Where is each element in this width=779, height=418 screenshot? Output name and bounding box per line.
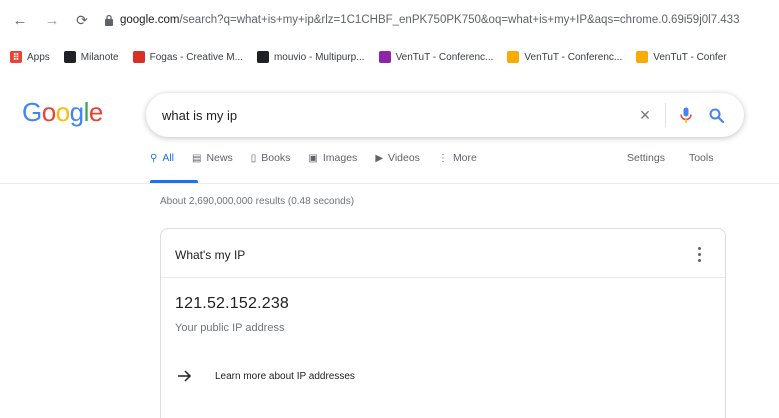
videos-icon: ▶ xyxy=(375,152,384,164)
card-title: What's my IP xyxy=(175,248,246,262)
learn-more-link[interactable]: Learn more about IP addresses xyxy=(177,369,355,383)
bookmark-label: VenTuT - Conferenc... xyxy=(524,51,623,63)
lock-icon xyxy=(105,14,113,26)
bookmark-item[interactable]: Milanote xyxy=(63,51,119,63)
bookmark-favicon-icon xyxy=(378,51,391,63)
address-bar: ← → ⟳ google.com/search?q=what+is+my+ip&… xyxy=(0,0,779,40)
logo-letter: e xyxy=(88,97,103,127)
apps-grid-icon: ⠿ xyxy=(10,51,22,63)
result-stats: About 2,690,000,000 results (0.48 second… xyxy=(160,196,355,207)
more-options-icon[interactable] xyxy=(693,245,705,263)
tab-images[interactable]: ▣ Images xyxy=(308,150,357,164)
tab-all[interactable]: ⚲ All xyxy=(150,150,198,183)
search-tools: Settings Tools xyxy=(627,152,737,164)
logo-letter: g xyxy=(69,97,84,127)
bookmark-item[interactable]: VenTuT - Conferenc... xyxy=(378,51,494,63)
search-input[interactable]: what is my ip xyxy=(162,108,635,123)
tab-label: More xyxy=(452,152,477,164)
bookmark-item[interactable]: VenTuT - Conferenc... xyxy=(507,51,622,63)
search-box[interactable]: what is my ip × xyxy=(146,93,744,137)
bookmark-favicon-icon xyxy=(636,51,649,63)
microphone-icon[interactable] xyxy=(676,105,696,125)
url-host: google.com xyxy=(120,14,180,26)
bookmark-label: Milanote xyxy=(80,51,119,63)
tab-more[interactable]: ⋮ More xyxy=(438,150,477,164)
back-arrow-icon[interactable]: ← xyxy=(10,10,30,30)
url-field[interactable]: google.com/search?q=what+is+my+ip&rlz=1C… xyxy=(104,14,779,26)
ip-answer-card: What's my IP 121.52.152.238 Your public … xyxy=(160,228,726,418)
tools-link[interactable]: Tools xyxy=(689,152,714,164)
bookmark-label: Apps xyxy=(27,51,50,63)
bookmark-item[interactable]: Fogas - Creative M... xyxy=(132,51,243,63)
bookmark-apps[interactable]: ⠿ Apps xyxy=(10,51,50,63)
tab-label: All xyxy=(162,152,174,164)
header-divider xyxy=(0,183,779,184)
logo-letter: G xyxy=(22,97,42,127)
tab-videos[interactable]: ▶ Videos xyxy=(375,150,420,164)
bookmark-item[interactable]: mouvio - Multipurp... xyxy=(256,51,365,63)
tab-label: News xyxy=(206,152,233,164)
bookmark-favicon-icon xyxy=(63,51,76,63)
bookmark-favicon-icon xyxy=(507,51,520,63)
search-icon: ⚲ xyxy=(150,152,158,164)
bookmark-label: VenTuT - Confer xyxy=(653,51,727,63)
tab-books[interactable]: ▯ Books xyxy=(251,150,291,164)
bookmarks-bar: ⠿ Apps Milanote Fogas - Creative M... mouvio… xyxy=(0,40,779,74)
search-tabs: ⚲ All ▤ News ▯ Books ▣ Images ▶ Videos ⋮ More xyxy=(150,150,495,184)
ip-address: 121.52.152.238 xyxy=(175,295,290,312)
search-divider xyxy=(665,103,666,127)
ip-description: Your public IP address xyxy=(175,322,285,334)
close-icon[interactable]: × xyxy=(635,105,655,125)
bookmark-label: mouvio - Multipurp... xyxy=(273,51,365,63)
bookmark-label: Fogas - Creative M... xyxy=(149,51,243,63)
more-icon: ⋮ xyxy=(437,152,448,164)
bookmark-favicon-icon xyxy=(256,51,269,63)
card-divider xyxy=(161,277,725,278)
images-icon: ▣ xyxy=(308,152,318,164)
bookmark-favicon-icon xyxy=(132,51,145,63)
tab-label: Books xyxy=(261,152,291,164)
tab-label: Images xyxy=(322,152,358,164)
tab-news[interactable]: ▤ News xyxy=(192,150,233,164)
settings-link[interactable]: Settings xyxy=(627,152,665,164)
logo-letter: o xyxy=(55,97,70,127)
logo-letter: o xyxy=(41,97,56,127)
google-logo[interactable]: Google xyxy=(22,97,103,128)
search-icon[interactable] xyxy=(706,105,726,125)
news-icon: ▤ xyxy=(192,152,202,164)
bookmark-label: VenTuT - Conferenc... xyxy=(395,51,494,63)
learn-more-label: Learn more about IP addresses xyxy=(215,370,355,382)
url-path: /search?q=what+is+my+ip&rlz=1C1CHBF_enPK… xyxy=(179,14,740,26)
arrow-right-icon xyxy=(178,370,192,382)
reload-icon[interactable]: ⟳ xyxy=(72,10,92,30)
books-icon: ▯ xyxy=(250,152,257,164)
tab-label: Videos xyxy=(388,152,420,164)
bookmark-item[interactable]: VenTuT - Confer xyxy=(636,51,727,63)
forward-arrow-icon[interactable]: → xyxy=(42,10,62,30)
